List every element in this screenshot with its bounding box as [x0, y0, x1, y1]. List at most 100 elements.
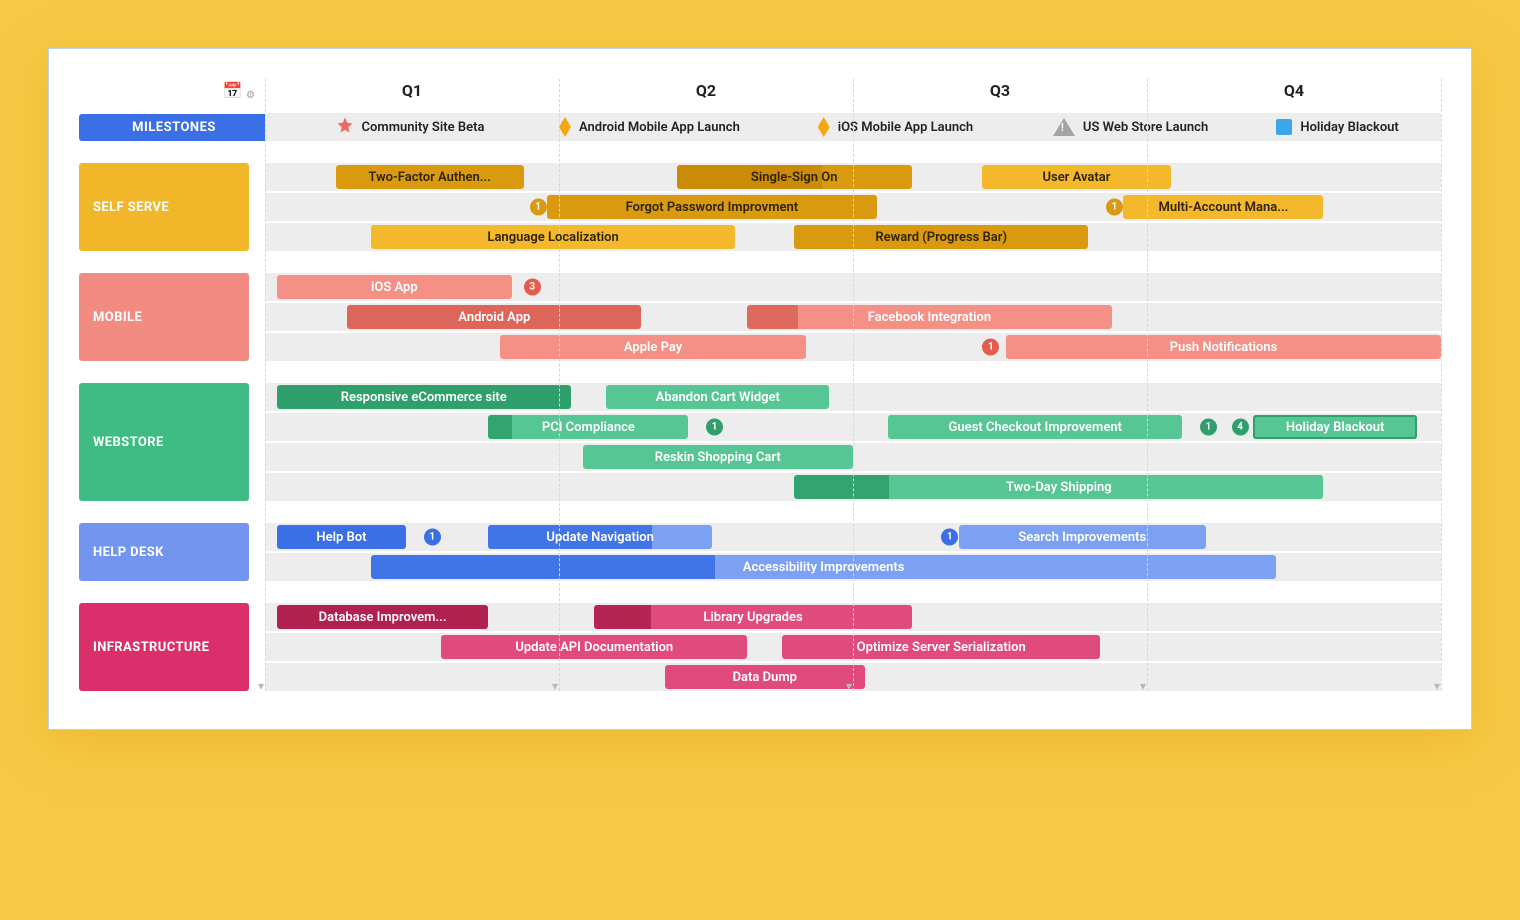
task-label: Holiday Blackout: [1286, 420, 1384, 435]
task-bar[interactable]: Optimize Server Serialization: [782, 635, 1100, 659]
lane: Update API Documentation Optimize Server …: [265, 633, 1441, 661]
milestone-4[interactable]: Holiday Blackout: [1276, 119, 1398, 135]
task-label: Abandon Cart Widget: [656, 390, 780, 405]
task-bar[interactable]: Search Improvements: [959, 525, 1206, 549]
task-bar[interactable]: Android App: [347, 305, 641, 329]
task-bar[interactable]: Data Dump: [665, 665, 865, 689]
quarter-label-q4: Q4: [1284, 81, 1304, 100]
lane: Accessibility Improvements: [265, 553, 1441, 581]
milestone-text: US Web Store Launch: [1083, 120, 1208, 135]
lane: PCI Compliance 1 Guest Checkout Improvemen…: [265, 413, 1441, 441]
task-label: Language Localization: [487, 230, 618, 245]
lane: Database Improvem... Library Upgrades: [265, 603, 1441, 631]
task-label: Two-Day Shipping: [1006, 480, 1112, 495]
calendar-settings-icon[interactable]: 📅 ⚙: [79, 81, 265, 101]
count-badge[interactable]: 1: [941, 529, 958, 546]
task-label: Push Notifications: [1170, 340, 1278, 355]
diamond-icon: [559, 117, 571, 137]
lane: Two-Day Shipping: [265, 473, 1441, 501]
task-label: Guest Checkout Improvement: [949, 420, 1122, 435]
task-label: Forgot Password Improvment: [626, 200, 799, 215]
square-icon: [1276, 119, 1292, 135]
task-label: Responsive eCommerce site: [341, 390, 507, 405]
task-label: Library Upgrades: [703, 610, 802, 625]
task-bar[interactable]: User Avatar: [982, 165, 1170, 189]
section-mobile: MOBILE iOS App 3 Android App Facebook Integr…: [79, 273, 1441, 361]
task-bar[interactable]: Reward (Progress Bar): [794, 225, 1088, 249]
task-bar[interactable]: Push Notifications: [1006, 335, 1441, 359]
milestones-track: Community Site Beta Android Mobile App La…: [265, 113, 1441, 141]
count-badge[interactable]: 1: [530, 199, 547, 216]
lane: iOS App 3: [265, 273, 1441, 301]
task-bar[interactable]: Two-Factor Authen...: [336, 165, 524, 189]
lane: Responsive eCommerce site Abandon Cart Wi…: [265, 383, 1441, 411]
task-label: Search Improvements: [1018, 530, 1146, 545]
task-label: Accessibility Improvements: [743, 560, 905, 575]
task-bar[interactable]: iOS App: [277, 275, 512, 299]
section-label[interactable]: HELP DESK: [79, 523, 249, 581]
count-badge[interactable]: 3: [524, 279, 541, 296]
task-label: Reskin Shopping Cart: [655, 450, 781, 465]
task-bar[interactable]: Two-Day Shipping: [794, 475, 1323, 499]
diamond-icon: [818, 117, 830, 137]
task-label: iOS App: [371, 280, 418, 295]
task-bar[interactable]: Library Upgrades: [594, 605, 912, 629]
count-badge[interactable]: 1: [982, 339, 999, 356]
task-bar[interactable]: Responsive eCommerce site: [277, 385, 571, 409]
section-label[interactable]: INFRASTRUCTURE: [79, 603, 249, 691]
milestone-0[interactable]: Community Site Beta: [336, 116, 485, 138]
count-badge[interactable]: 1: [1200, 419, 1217, 436]
count-badge[interactable]: 1: [706, 419, 723, 436]
task-label: Update API Documentation: [515, 640, 673, 655]
count-badge[interactable]: 1: [1106, 199, 1123, 216]
task-bar[interactable]: PCI Compliance: [488, 415, 688, 439]
lane: Apple Pay 1 Push Notifications: [265, 333, 1441, 361]
task-bar[interactable]: Forgot Password Improvment: [547, 195, 876, 219]
task-label: PCI Compliance: [542, 420, 635, 435]
star-icon: [336, 116, 354, 138]
roadmap-card: 📅 ⚙ Q1Q2Q3Q4 MILESTONES Community Site B…: [48, 48, 1472, 730]
task-label: Android App: [458, 310, 530, 325]
quarter-label-q1: Q1: [402, 81, 422, 100]
section-label[interactable]: SELF SERVE: [79, 163, 249, 251]
lane: Language Localization Reward (Progress Ba…: [265, 223, 1441, 251]
task-label: Two-Factor Authen...: [368, 170, 490, 185]
section-label[interactable]: MOBILE: [79, 273, 249, 361]
lane: Reskin Shopping Cart: [265, 443, 1441, 471]
milestone-text: Android Mobile App Launch: [579, 120, 740, 135]
task-label: Reward (Progress Bar): [875, 230, 1007, 245]
warning-icon: [1053, 118, 1075, 136]
count-badge[interactable]: 1: [424, 529, 441, 546]
task-bar[interactable]: Facebook Integration: [747, 305, 1112, 329]
task-bar[interactable]: Language Localization: [371, 225, 736, 249]
task-bar[interactable]: Update API Documentation: [441, 635, 747, 659]
lane: 1 Forgot Password Improvment 1 Multi-Accoun…: [265, 193, 1441, 221]
milestone-text: Holiday Blackout: [1300, 120, 1398, 135]
task-bar[interactable]: Abandon Cart Widget: [606, 385, 829, 409]
task-label: Multi-Account Mana...: [1158, 200, 1288, 215]
task-bar[interactable]: Accessibility Improvements: [371, 555, 1277, 579]
section-label[interactable]: WEBSTORE: [79, 383, 249, 501]
milestone-text: iOS Mobile App Launch: [838, 120, 973, 135]
task-bar[interactable]: Update Navigation: [488, 525, 711, 549]
milestone-2[interactable]: iOS Mobile App Launch: [818, 117, 973, 137]
task-label: Help Bot: [316, 530, 366, 545]
milestone-3[interactable]: US Web Store Launch: [1053, 118, 1208, 136]
count-badge[interactable]: 4: [1232, 419, 1249, 436]
lane: Android App Facebook Integration: [265, 303, 1441, 331]
task-bar[interactable]: Holiday Blackout: [1253, 415, 1418, 439]
task-bar[interactable]: Single-Sign On: [677, 165, 912, 189]
task-bar[interactable]: Help Bot: [277, 525, 406, 549]
quarter-label-q3: Q3: [990, 81, 1010, 100]
milestones-label: MILESTONES: [79, 114, 269, 141]
task-label: Facebook Integration: [868, 310, 991, 325]
task-bar[interactable]: Database Improvem...: [277, 605, 489, 629]
task-bar[interactable]: Apple Pay: [500, 335, 806, 359]
task-bar[interactable]: Guest Checkout Improvement: [888, 415, 1182, 439]
milestone-1[interactable]: Android Mobile App Launch: [559, 117, 740, 137]
task-bar[interactable]: Multi-Account Mana...: [1123, 195, 1323, 219]
lane: Data Dump: [265, 663, 1441, 691]
task-label: Data Dump: [733, 670, 797, 685]
task-label: Database Improvem...: [319, 610, 447, 625]
task-bar[interactable]: Reskin Shopping Cart: [583, 445, 853, 469]
